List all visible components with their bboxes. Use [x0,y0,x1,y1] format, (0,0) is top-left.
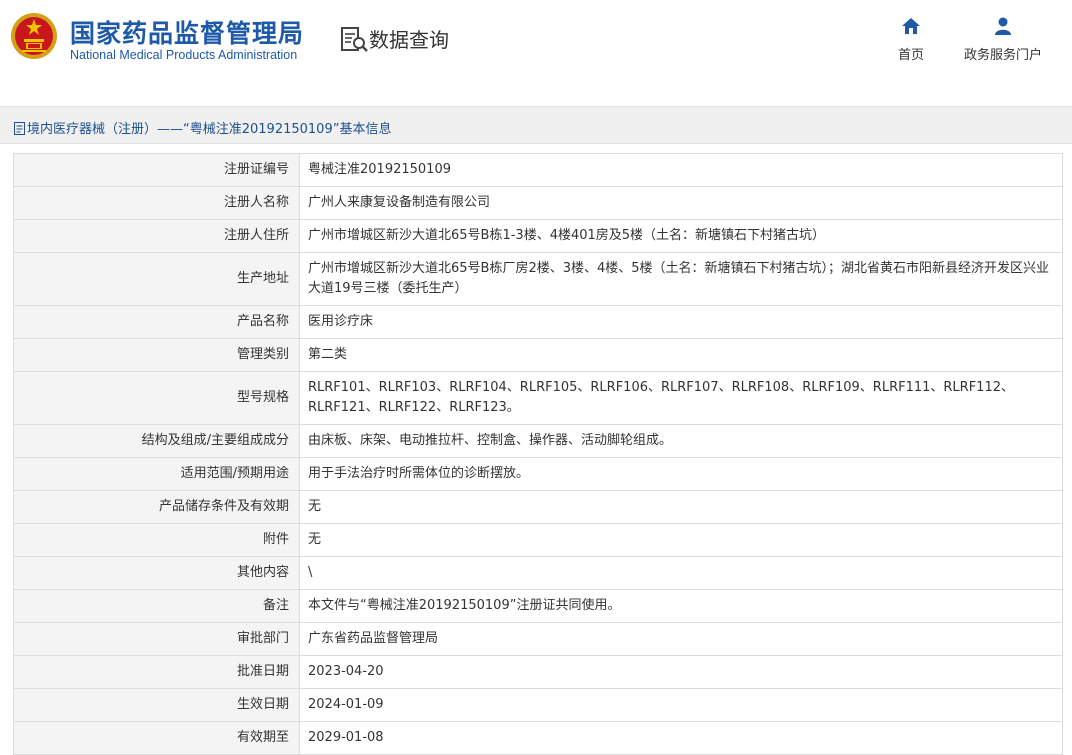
field-label: 注册人名称 [13,186,300,220]
field-value: 2024-01-09 [299,688,1063,722]
field-label: 注册人住所 [13,219,300,253]
breadcrumb: 境内医疗器械（注册）——“粤械注准20192150109”基本信息 [14,118,391,137]
nav-home-link[interactable]: 首页 [893,16,929,63]
section-title: 数据查询 [369,28,449,52]
field-value: 广州人来康复设备制造有限公司 [299,186,1063,220]
document-search-icon [341,27,368,52]
table-row: 适用范围/预期用途 用于手法治疗时所需体位的诊断摆放。 [13,457,1063,491]
field-value: 2029-01-08 [299,721,1063,755]
table-row: 注册证编号 粤械注准20192150109 [13,153,1063,187]
field-label: 生效日期 [13,688,300,722]
field-label: 其他内容 [13,556,300,590]
breadcrumb-bar: 境内医疗器械（注册）——“粤械注准20192150109”基本信息 [0,106,1072,144]
table-row: 有效期至 2029-01-08 [13,721,1063,755]
field-value: RLRF101、RLRF103、RLRF104、RLRF105、RLRF106、… [299,371,1063,425]
table-row: 生产地址 广州市增城区新沙大道北65号B栋厂房2楼、3楼、4楼、5楼（土名：新塘镇… [13,252,1063,306]
field-label: 生产地址 [13,252,300,306]
field-value: 广州市增城区新沙大道北65号B栋1-3楼、4楼401房及5楼（土名：新塘镇石下村… [299,219,1063,253]
field-label: 有效期至 [13,721,300,755]
table-row: 产品储存条件及有效期无 [13,490,1063,524]
table-row: 管理类别 第二类 [13,338,1063,372]
field-label: 审批部门 [13,622,300,656]
table-row: 审批部门 广东省药品监督管理局 [13,622,1063,656]
field-label: 产品储存条件及有效期 [13,490,300,524]
table-row: 附件无 [13,523,1063,557]
org-name-cn: 国家药品监督管理局 [70,19,305,48]
field-value: 由床板、床架、电动推拉杆、控制盒、操作器、活动脚轮组成。 [299,424,1063,458]
table-row: 批准日期 2023-04-20 [13,655,1063,689]
field-label: 产品名称 [13,305,300,339]
document-icon [14,122,25,135]
breadcrumb-text: 境内医疗器械（注册）——“粤械注准20192150109”基本信息 [27,122,392,137]
field-label: 备注 [13,589,300,623]
table-row: 注册人名称 广州人来康复设备制造有限公司 [13,186,1063,220]
field-value: 本文件与“粤械注准20192150109”注册证共同使用。 [299,589,1063,623]
field-value: 2023-04-20 [299,655,1063,689]
field-value: 粤械注准20192150109 [299,153,1063,187]
org-name-en: National Medical Products Administration [70,48,298,62]
field-label: 管理类别 [13,338,300,372]
table-row: 注册人住所 广州市增城区新沙大道北65号B栋1-3楼、4楼401房及5楼（土名：新… [13,219,1063,253]
national-emblem-icon [11,13,57,59]
home-icon [902,18,920,34]
field-label: 注册证编号 [13,153,300,187]
user-icon [995,17,1011,35]
table-row: 其他内容 \ [13,556,1063,590]
field-value: \ [299,556,1063,590]
field-value: 用于手法治疗时所需体位的诊断摆放。 [299,457,1063,491]
field-label: 批准日期 [13,655,300,689]
field-label: 附件 [13,523,300,557]
field-value: 医用诊疗床 [299,305,1063,339]
table-row: 备注 本文件与“粤械注准20192150109”注册证共同使用。 [13,589,1063,623]
field-label: 结构及组成/主要组成成分 [13,424,300,458]
table-row: 生效日期 2024-01-09 [13,688,1063,722]
field-value: 广州市增城区新沙大道北65号B栋厂房2楼、3楼、4楼、5楼（土名：新塘镇石下村猪… [299,252,1063,306]
nav-portal-link[interactable]: 政务服务门户 [958,16,1048,63]
table-row: 产品名称 医用诊疗床 [13,305,1063,339]
nav-home-label: 首页 [897,48,924,63]
field-label: 型号规格 [13,371,300,425]
field-value: 无 [299,490,1063,524]
device-info-table: 注册证编号 粤械注准20192150109 注册人名称 广州人来康复设备制造有限公司注… [13,153,1063,755]
field-label: 适用范围/预期用途 [13,457,300,491]
field-value: 广东省药品监督管理局 [299,622,1063,656]
table-row: 型号规格 RLRF101、RLRF103、RLRF104、RLRF105、RLRF… [13,371,1063,425]
field-value: 第二类 [299,338,1063,372]
field-value: 无 [299,523,1063,557]
site-header: 国家药品监督管理局 National Medical Products Admi… [0,0,1072,92]
nav-portal-label: 政务服务门户 [963,48,1042,63]
table-row: 结构及组成/主要组成成分 由床板、床架、电动推拉杆、控制盒、操作器、活动脚轮组成。 [13,424,1063,458]
